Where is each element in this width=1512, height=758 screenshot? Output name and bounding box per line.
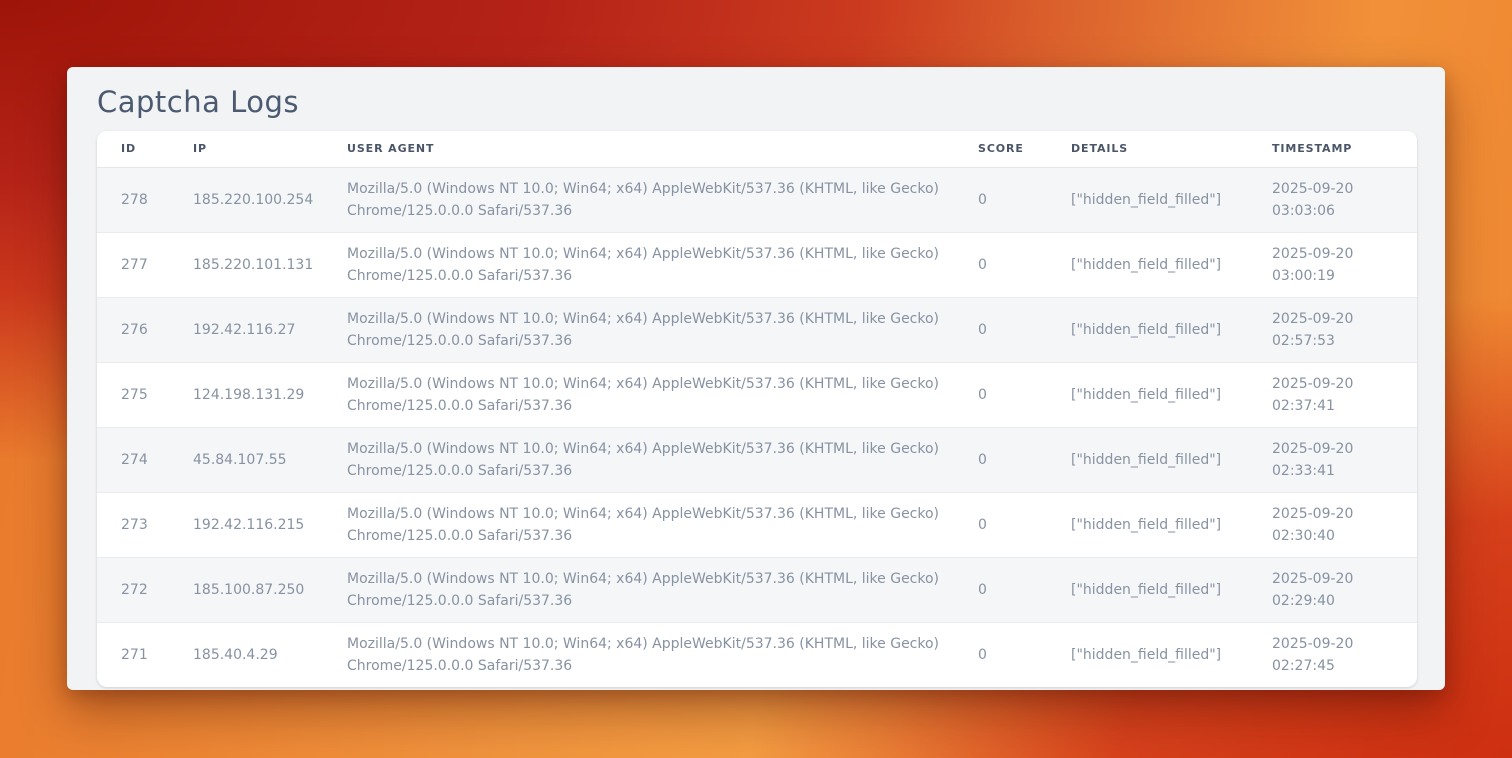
cell-score: 0: [978, 363, 1071, 428]
cell-user-agent: Mozilla/5.0 (Windows NT 10.0; Win64; x64…: [347, 623, 978, 688]
logs-table-card: ID IP USER AGENT SCORE DETAILS TIMESTAMP…: [97, 131, 1417, 687]
cell-user-agent: Mozilla/5.0 (Windows NT 10.0; Win64; x64…: [347, 298, 978, 363]
column-header-timestamp: TIMESTAMP: [1272, 131, 1417, 168]
cell-id: 274: [97, 428, 193, 493]
table-row: 275 124.198.131.29 Mozilla/5.0 (Windows …: [97, 363, 1417, 428]
cell-user-agent: Mozilla/5.0 (Windows NT 10.0; Win64; x64…: [347, 493, 978, 558]
table-row: 277 185.220.101.131 Mozilla/5.0 (Windows…: [97, 233, 1417, 298]
cell-id: 272: [97, 558, 193, 623]
cell-score: 0: [978, 233, 1071, 298]
cell-timestamp: 2025-09-20 03:00:19: [1272, 233, 1417, 298]
table-row: 271 185.40.4.29 Mozilla/5.0 (Windows NT …: [97, 623, 1417, 688]
table-header-row: ID IP USER AGENT SCORE DETAILS TIMESTAMP: [97, 131, 1417, 168]
cell-id: 275: [97, 363, 193, 428]
cell-user-agent: Mozilla/5.0 (Windows NT 10.0; Win64; x64…: [347, 558, 978, 623]
cell-details: ["hidden_field_filled"]: [1071, 623, 1272, 688]
cell-id: 271: [97, 623, 193, 688]
cell-timestamp: 2025-09-20 02:27:45: [1272, 623, 1417, 688]
cell-score: 0: [978, 428, 1071, 493]
cell-timestamp: 2025-09-20 02:57:53: [1272, 298, 1417, 363]
table-row: 273 192.42.116.215 Mozilla/5.0 (Windows …: [97, 493, 1417, 558]
cell-timestamp: 2025-09-20 02:29:40: [1272, 558, 1417, 623]
column-header-user-agent: USER AGENT: [347, 131, 978, 168]
table-row: 274 45.84.107.55 Mozilla/5.0 (Windows NT…: [97, 428, 1417, 493]
page-title: Captcha Logs: [97, 81, 1417, 123]
cell-ip: 45.84.107.55: [193, 428, 347, 493]
cell-score: 0: [978, 558, 1071, 623]
cell-ip: 185.100.87.250: [193, 558, 347, 623]
cell-user-agent: Mozilla/5.0 (Windows NT 10.0; Win64; x64…: [347, 233, 978, 298]
cell-ip: 185.220.100.254: [193, 168, 347, 233]
cell-details: ["hidden_field_filled"]: [1071, 298, 1272, 363]
column-header-details: DETAILS: [1071, 131, 1272, 168]
cell-score: 0: [978, 623, 1071, 688]
cell-ip: 192.42.116.215: [193, 493, 347, 558]
cell-user-agent: Mozilla/5.0 (Windows NT 10.0; Win64; x64…: [347, 363, 978, 428]
cell-details: ["hidden_field_filled"]: [1071, 233, 1272, 298]
table-row: 276 192.42.116.27 Mozilla/5.0 (Windows N…: [97, 298, 1417, 363]
cell-score: 0: [978, 298, 1071, 363]
cell-id: 278: [97, 168, 193, 233]
cell-details: ["hidden_field_filled"]: [1071, 428, 1272, 493]
cell-id: 277: [97, 233, 193, 298]
cell-id: 273: [97, 493, 193, 558]
cell-details: ["hidden_field_filled"]: [1071, 493, 1272, 558]
cell-id: 276: [97, 298, 193, 363]
table-row: 272 185.100.87.250 Mozilla/5.0 (Windows …: [97, 558, 1417, 623]
cell-timestamp: 2025-09-20 02:30:40: [1272, 493, 1417, 558]
cell-ip: 185.220.101.131: [193, 233, 347, 298]
column-header-id: ID: [97, 131, 193, 168]
captcha-logs-panel: Captcha Logs ID IP USER AGENT SCORE DETA…: [67, 67, 1445, 690]
cell-timestamp: 2025-09-20 02:37:41: [1272, 363, 1417, 428]
cell-timestamp: 2025-09-20 03:03:06: [1272, 168, 1417, 233]
cell-score: 0: [978, 168, 1071, 233]
captcha-logs-table: ID IP USER AGENT SCORE DETAILS TIMESTAMP…: [97, 131, 1417, 687]
cell-ip: 124.198.131.29: [193, 363, 347, 428]
table-row: 278 185.220.100.254 Mozilla/5.0 (Windows…: [97, 168, 1417, 233]
cell-details: ["hidden_field_filled"]: [1071, 558, 1272, 623]
cell-user-agent: Mozilla/5.0 (Windows NT 10.0; Win64; x64…: [347, 428, 978, 493]
column-header-score: SCORE: [978, 131, 1071, 168]
cell-timestamp: 2025-09-20 02:33:41: [1272, 428, 1417, 493]
cell-details: ["hidden_field_filled"]: [1071, 168, 1272, 233]
cell-ip: 185.40.4.29: [193, 623, 347, 688]
cell-score: 0: [978, 493, 1071, 558]
column-header-ip: IP: [193, 131, 347, 168]
cell-details: ["hidden_field_filled"]: [1071, 363, 1272, 428]
cell-ip: 192.42.116.27: [193, 298, 347, 363]
cell-user-agent: Mozilla/5.0 (Windows NT 10.0; Win64; x64…: [347, 168, 978, 233]
